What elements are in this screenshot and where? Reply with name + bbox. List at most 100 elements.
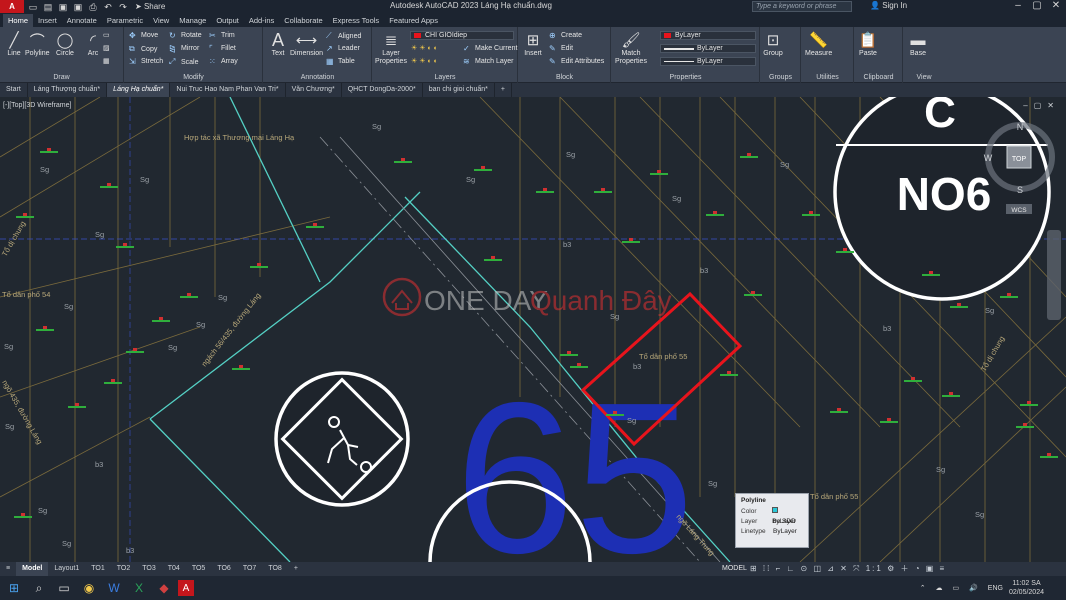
tab-collaborate[interactable]: Collaborate bbox=[279, 14, 327, 27]
base-button[interactable]: ▬ Base bbox=[908, 30, 928, 58]
excel-icon[interactable]: X bbox=[128, 578, 150, 598]
autocad-taskbar-icon[interactable]: A bbox=[178, 580, 194, 596]
stretch-button[interactable]: ⇲ Stretch bbox=[129, 57, 163, 66]
tab-express-tools[interactable]: Express Tools bbox=[328, 14, 385, 27]
arc-button[interactable]: ◜ Arc bbox=[83, 30, 103, 57]
create-block-button[interactable]: ⊕ Create bbox=[549, 31, 582, 40]
language-indicator[interactable]: ENG bbox=[988, 585, 1003, 592]
undo-icon[interactable]: ↶ bbox=[102, 2, 114, 12]
model-space-toggle[interactable]: MODEL bbox=[722, 562, 747, 576]
tab-manage[interactable]: Manage bbox=[174, 14, 211, 27]
make-current-button[interactable]: ✓ Make Current bbox=[463, 44, 517, 53]
clipboard-panel-title[interactable]: Clipboard bbox=[855, 73, 902, 83]
measure-button[interactable]: 📏 Measure bbox=[805, 30, 832, 57]
lineweight-dropdown[interactable]: ByLayer bbox=[660, 44, 756, 53]
dimension-button[interactable]: ⟷ Dimension bbox=[290, 30, 323, 57]
doc-tab-nui-truc[interactable]: Nui Truc Hao Nam Phan Van Tri* bbox=[170, 83, 286, 97]
status-bar-toggles[interactable]: ⊞ ⁞⁞ ⌐ ∟ ⊙ ◫ ⊿ ✕ ⤧ 1:1 ⚙ ＋ ◔ ▣ ≡ bbox=[750, 562, 946, 576]
layout-tab-layout1[interactable]: Layout1 bbox=[48, 562, 85, 576]
tab-home[interactable]: Home bbox=[3, 14, 34, 27]
viewcube-north[interactable]: N bbox=[1017, 122, 1024, 132]
layout-menu-icon[interactable]: ≡ bbox=[0, 562, 16, 576]
hatch-icon[interactable]: ▨ bbox=[103, 44, 110, 52]
scale-button[interactable]: ⤢ Scale bbox=[169, 57, 199, 67]
match-layer-button[interactable]: ≋ Match Layer bbox=[463, 57, 514, 66]
new-file-icon[interactable]: ▭ bbox=[27, 2, 39, 12]
save-as-icon[interactable]: ▣ bbox=[72, 2, 84, 12]
layers-panel-title[interactable]: Layers bbox=[373, 73, 517, 83]
array-button[interactable]: ⁙ Array bbox=[209, 57, 238, 66]
add-layout-icon[interactable]: + bbox=[288, 562, 304, 576]
maximize-icon[interactable]: ▢ bbox=[1029, 0, 1045, 13]
tray-icons[interactable]: ⌃ ☁ ▭ 🔊 bbox=[920, 584, 982, 592]
open-file-icon[interactable]: ▤ bbox=[42, 2, 54, 12]
tab-annotate[interactable]: Annotate bbox=[62, 14, 102, 27]
clock[interactable]: 11:02 SA 02/05/2024 bbox=[1009, 579, 1044, 597]
layer-state-icons[interactable]: ☀ ☀ ◐ ◐ bbox=[411, 44, 438, 52]
block-panel-title[interactable]: Block bbox=[519, 73, 610, 83]
viewcube-west[interactable]: W bbox=[984, 153, 993, 163]
layout-tab-to7[interactable]: TO7 bbox=[237, 562, 263, 576]
share-button[interactable]: ➤ Share bbox=[135, 2, 165, 11]
view-panel-title[interactable]: View bbox=[904, 73, 944, 83]
layout-tab-t04[interactable]: T04 bbox=[162, 562, 186, 576]
doc-tab-van-chuong[interactable]: Văn Chương* bbox=[286, 83, 342, 97]
group-button[interactable]: ⊡ Group bbox=[763, 30, 783, 57]
tab-featured-apps[interactable]: Featured Apps bbox=[384, 14, 443, 27]
layer-properties-button[interactable]: ≣ Layer Properties bbox=[375, 30, 407, 66]
search-icon[interactable]: ⌕ bbox=[28, 578, 50, 598]
match-properties-button[interactable]: 🖌 Match Properties bbox=[614, 30, 648, 66]
insert-block-button[interactable]: ⊞ Insert bbox=[523, 30, 543, 57]
utilities-panel-title[interactable]: Utilities bbox=[802, 73, 853, 83]
word-icon[interactable]: W bbox=[103, 578, 125, 598]
viewport-controls-label[interactable]: [-][Top][3D Wireframe] bbox=[3, 102, 71, 109]
trim-button[interactable]: ✂ Trim bbox=[209, 31, 235, 40]
mirror-button[interactable]: ⧎ Mirror bbox=[169, 44, 199, 53]
table-button[interactable]: ▦ Table bbox=[326, 57, 355, 66]
aligned-button[interactable]: ⟋ Aligned bbox=[326, 31, 361, 41]
line-button[interactable]: ╱ Line bbox=[4, 30, 24, 57]
doc-tab-ban-chi-gioi[interactable]: ban chi gioi chuẩn* bbox=[423, 83, 495, 97]
rotate-button[interactable]: ↻ Rotate bbox=[169, 31, 202, 40]
fillet-button[interactable]: ⌜ Fillet bbox=[209, 44, 236, 53]
layout-tab-to2[interactable]: TO2 bbox=[111, 562, 137, 576]
copy-button[interactable]: ⧉ Copy bbox=[129, 44, 157, 54]
doc-tab-lang-ha[interactable]: Láng Hạ chuẩn* bbox=[107, 83, 171, 97]
save-icon[interactable]: ▣ bbox=[57, 2, 69, 12]
navigation-bar[interactable] bbox=[1047, 230, 1061, 320]
draw-panel-title[interactable]: Draw bbox=[0, 73, 123, 83]
start-icon[interactable]: ⊞ bbox=[3, 578, 25, 598]
layout-tab-to5[interactable]: TO5 bbox=[186, 562, 212, 576]
polyline-button[interactable]: ⌒ Polyline bbox=[25, 30, 50, 58]
color-dropdown[interactable]: ByLayer bbox=[660, 31, 756, 40]
layout-tab-to1[interactable]: TO1 bbox=[85, 562, 111, 576]
edit-attributes-button[interactable]: ✎ Edit Attributes bbox=[549, 57, 604, 66]
layout-tab-to8[interactable]: TO8 bbox=[262, 562, 288, 576]
tab-insert[interactable]: Insert bbox=[33, 14, 62, 27]
new-tab-icon[interactable]: + bbox=[495, 83, 512, 97]
layer-dropdown[interactable]: CHI GIOIdiep bbox=[410, 31, 514, 40]
rectangle-icon[interactable]: ▭ bbox=[103, 31, 110, 39]
modify-panel-title[interactable]: Modify bbox=[125, 73, 262, 83]
circle-button[interactable]: ◯ Circle bbox=[55, 30, 75, 57]
tab-parametric[interactable]: Parametric bbox=[102, 14, 148, 27]
doc-tab-lang-thuong[interactable]: Láng Thượng chuẩn* bbox=[28, 83, 108, 97]
layout-tab-model[interactable]: Model bbox=[16, 562, 49, 576]
minimize-icon[interactable]: – bbox=[1010, 0, 1026, 13]
task-view-icon[interactable]: ▭ bbox=[53, 578, 75, 598]
paste-button[interactable]: 📋 Paste bbox=[858, 30, 878, 57]
layout-tab-to3[interactable]: TO3 bbox=[136, 562, 162, 576]
edit-block-button[interactable]: ✎ Edit bbox=[549, 44, 573, 53]
layout-tab-to6[interactable]: TO6 bbox=[211, 562, 237, 576]
autocad-logo-icon[interactable]: A bbox=[0, 0, 24, 13]
gradient-icon[interactable]: ▦ bbox=[103, 57, 110, 65]
search-input[interactable]: Type a keyword or phrase bbox=[752, 1, 852, 12]
viewcube-south[interactable]: S bbox=[1017, 185, 1023, 195]
groups-panel-title[interactable]: Groups bbox=[761, 73, 800, 83]
plot-icon[interactable]: ⎙ bbox=[87, 2, 99, 12]
doc-tab-start[interactable]: Start bbox=[0, 83, 28, 97]
properties-panel-title[interactable]: Properties bbox=[612, 73, 759, 83]
drawing-canvas[interactable]: 65 NO6 C TOP N S W WCS ONE DAY Quanh Đây… bbox=[0, 97, 1066, 562]
adobe-icon[interactable]: ◆ bbox=[153, 578, 175, 598]
layer-tools-icons[interactable]: ☀ ☀ ◐ ◐ bbox=[411, 57, 438, 65]
